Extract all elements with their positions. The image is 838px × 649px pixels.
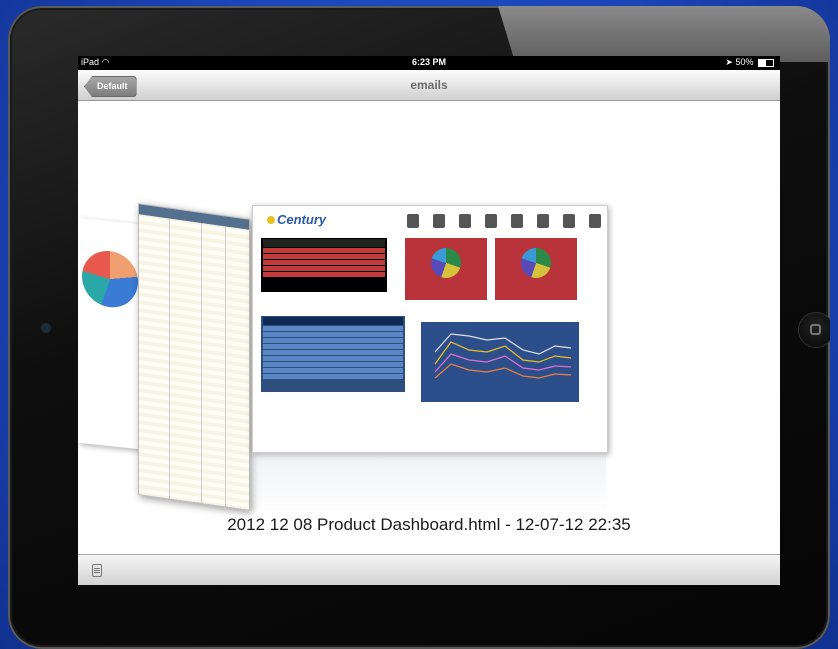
preview-card-left[interactable] [78, 217, 140, 450]
monitor-icon [485, 214, 497, 228]
column-divider [225, 226, 226, 507]
nav-title: emails [410, 78, 448, 92]
pie-chart-thumbnail [82, 248, 138, 311]
dashboard-toolbar-icons [407, 214, 601, 228]
column-divider [169, 218, 170, 499]
navigation-bar: Default emails [78, 70, 780, 101]
status-time: 6:23 PM [411, 57, 446, 67]
document-icon[interactable] [92, 564, 102, 577]
location-arrow-icon: ➤ [725, 57, 733, 67]
preview-card-middle[interactable] [138, 203, 250, 511]
table-header-thumbnail [139, 204, 249, 230]
status-right: ➤ 50% [725, 57, 774, 68]
logo-dot-icon [267, 216, 275, 224]
mp3-icon [459, 214, 471, 228]
dashboard-reflection [252, 453, 606, 513]
brand-name: Century [277, 212, 327, 227]
screen: iPad ◠ 6:23 PM ➤ 50% Default emails Cent… [78, 56, 780, 585]
camcorder-icon [511, 214, 523, 228]
revenue-table-thumbnail [261, 316, 405, 392]
column-divider [201, 222, 202, 504]
phone-icon [407, 214, 419, 228]
pie-panel-thumbnail [405, 238, 487, 300]
sales-table-thumbnail [261, 238, 387, 292]
printer-icon [537, 214, 549, 228]
brand-logo: Century [267, 212, 326, 227]
battery-icon [758, 58, 774, 67]
headphones-icon [433, 214, 445, 228]
battery-percent: 50% [735, 57, 754, 67]
home-button-icon [810, 324, 821, 335]
camera-icon [42, 324, 50, 332]
bezel-glare [498, 6, 830, 62]
bottom-toolbar [78, 554, 780, 585]
line-chart-lines [434, 333, 572, 379]
content-area: Century 2012 12 08 Product Dashboard.htm… [78, 101, 780, 554]
speaker-icon [589, 214, 601, 228]
pie-thumbnail [521, 248, 551, 278]
line-chart-thumbnail [421, 322, 579, 402]
pie-panel-thumbnail [495, 238, 577, 300]
camera-icon [563, 214, 575, 228]
preview-caption: 2012 12 08 Product Dashboard.html - 12-0… [227, 515, 631, 534]
pie-thumbnail [431, 248, 461, 278]
status-bar: iPad ◠ 6:23 PM ➤ 50% [78, 56, 780, 70]
preview-card-dashboard[interactable]: Century [252, 205, 608, 453]
